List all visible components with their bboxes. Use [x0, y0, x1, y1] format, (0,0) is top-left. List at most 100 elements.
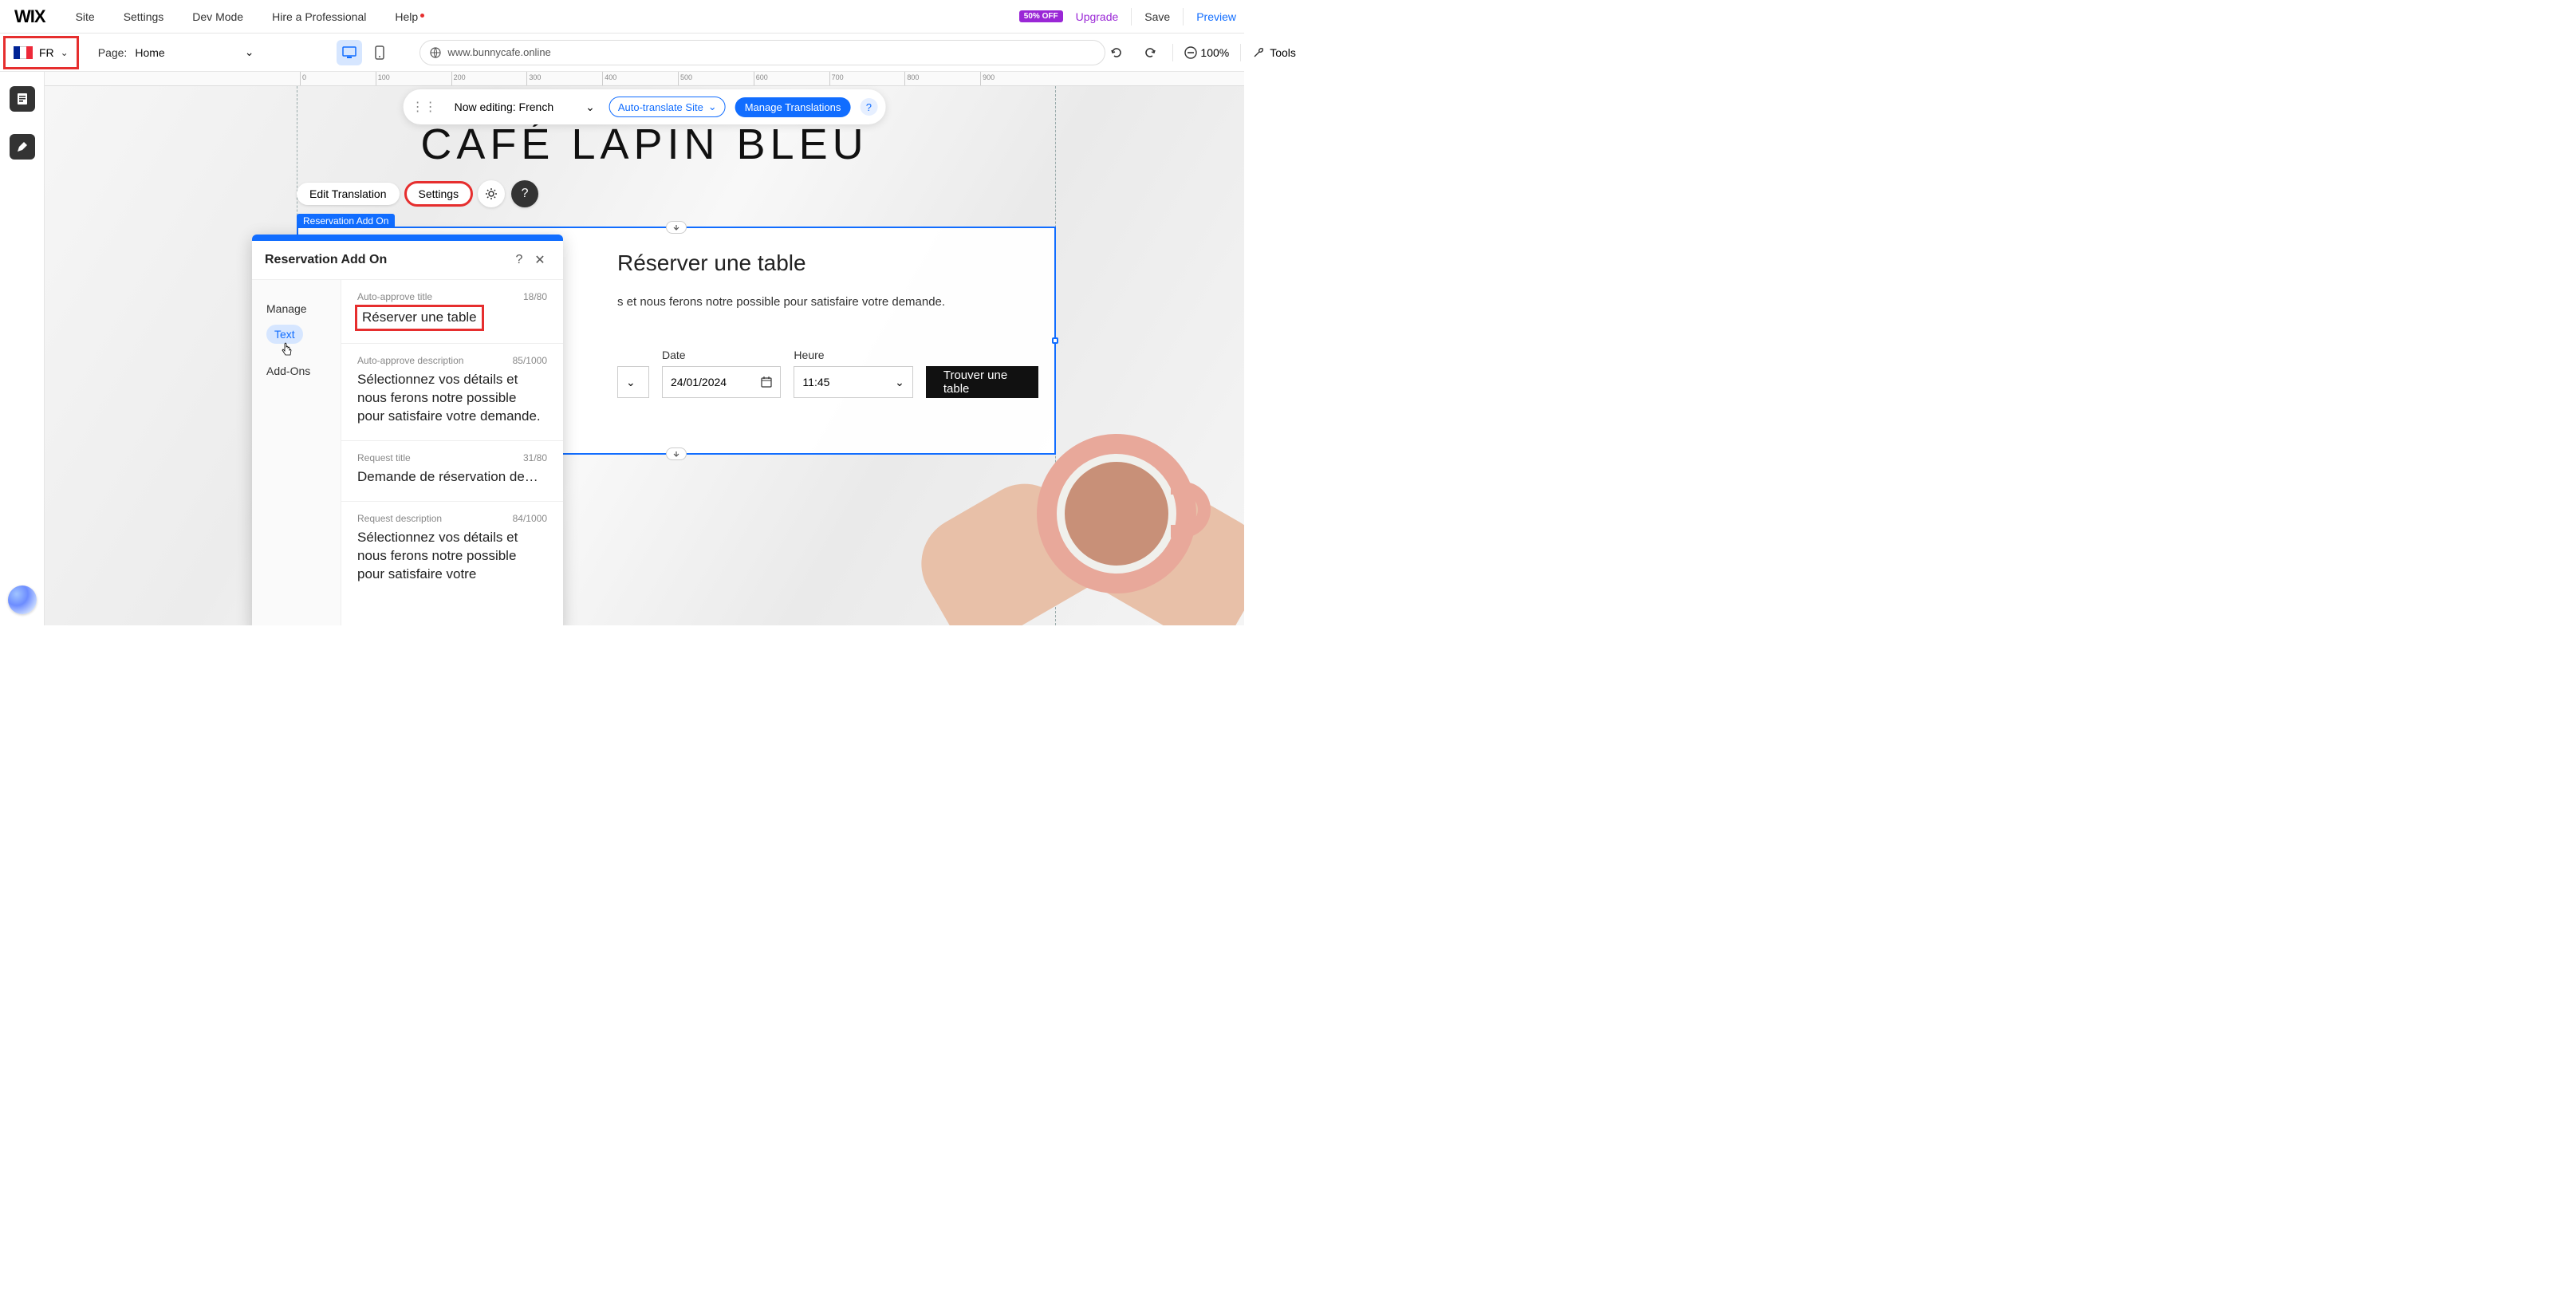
zoom-out-icon — [1184, 46, 1197, 59]
zoom-control[interactable]: 100% — [1184, 46, 1229, 59]
desktop-icon — [342, 46, 356, 59]
panel-row-count: 31/80 — [523, 452, 547, 463]
stretch-handle[interactable] — [666, 447, 687, 460]
question-icon: ? — [522, 187, 529, 201]
menu-settings[interactable]: Settings — [109, 10, 179, 23]
editing-language-label: Now editing: French — [455, 101, 554, 113]
calendar-icon — [761, 376, 772, 388]
manage-translations-button[interactable]: Manage Translations — [735, 97, 851, 117]
multilingual-toolbar: ⋮⋮ Now editing: French ⌄ Auto-translate … — [404, 89, 886, 124]
device-toggle — [337, 40, 392, 65]
date-value: 24/01/2024 — [671, 376, 727, 388]
panel-close-button[interactable]: ✕ — [530, 250, 550, 270]
help-button[interactable]: ? — [860, 98, 877, 116]
menu-devmode[interactable]: Dev Mode — [178, 10, 258, 23]
panel-row-label: Auto-approve title — [357, 291, 432, 302]
redo-button[interactable] — [1139, 41, 1161, 64]
ruler-tick: 400 — [602, 72, 678, 85]
time-field: Heure 11:45 ⌄ — [794, 349, 912, 398]
panel-row-label: Request title — [357, 452, 411, 463]
element-settings-button[interactable]: Settings — [406, 183, 472, 205]
time-input[interactable]: 11:45 ⌄ — [794, 366, 912, 398]
undo-button[interactable] — [1105, 41, 1128, 64]
gear-icon — [485, 187, 498, 200]
site-heading: CAFÉ LAPIN BLEU — [45, 120, 1244, 169]
panel-nav-manage[interactable]: Manage — [252, 294, 341, 323]
mobile-device-button[interactable] — [367, 40, 392, 65]
panel-row-label: Auto-approve description — [357, 355, 463, 366]
ruler-tick: 800 — [904, 72, 980, 85]
mobile-icon — [375, 45, 384, 60]
menu-help[interactable]: Help — [380, 10, 432, 23]
globe-icon — [430, 47, 441, 58]
auto-translate-label: Auto-translate Site — [618, 101, 703, 113]
page-label: Page: — [98, 46, 128, 59]
divider — [1240, 44, 1241, 61]
panel-row-count: 84/1000 — [513, 513, 547, 524]
panel-row-value[interactable]: Réserver une table — [357, 307, 482, 329]
panel-row-value[interactable]: Demande de réservation de… — [357, 468, 547, 487]
drag-handle-icon[interactable]: ⋮⋮ — [408, 99, 440, 115]
panel-header: Reservation Add On ? ✕ — [252, 241, 563, 279]
date-field: Date 24/01/2024 — [662, 349, 781, 398]
page-selector[interactable]: Home ⌄ — [135, 45, 254, 59]
menu-hire[interactable]: Hire a Professional — [258, 10, 380, 23]
date-input[interactable]: 24/01/2024 — [662, 366, 781, 398]
url-bar[interactable]: www.bunnycafe.online — [419, 40, 1105, 65]
arrow-down-icon — [672, 451, 680, 457]
language-code: FR — [39, 46, 54, 59]
chevron-down-icon: ⌄ — [585, 101, 595, 114]
pages-panel-button[interactable] — [10, 86, 35, 112]
party-size-label — [617, 349, 649, 361]
party-size-input[interactable]: ⌄ — [617, 366, 649, 398]
panel-help-button[interactable]: ? — [509, 250, 530, 270]
ruler-tick: 500 — [678, 72, 754, 85]
widget-description: s et nous ferons notre possible pour sat… — [617, 295, 1038, 309]
panel-row-count: 85/1000 — [513, 355, 547, 366]
save-button[interactable]: Save — [1144, 10, 1170, 23]
panel-row-value[interactable]: Sélectionnez vos détails et nous ferons … — [357, 371, 547, 426]
date-label: Date — [662, 349, 781, 361]
help-button[interactable]: ? — [511, 180, 538, 207]
left-sidebar — [0, 72, 45, 625]
auto-translate-button[interactable]: Auto-translate Site ⌄ — [609, 97, 726, 117]
tools-label: Tools — [1270, 46, 1296, 59]
party-size-field: ⌄ — [617, 349, 649, 398]
wrench-icon — [1252, 46, 1265, 59]
divider — [1183, 8, 1184, 26]
ruler-tick: 700 — [829, 72, 905, 85]
preview-button[interactable]: Preview — [1196, 10, 1236, 23]
panel-row[interactable]: Request title 31/80 Demande de réservati… — [341, 441, 563, 502]
find-table-button[interactable]: Trouver une table — [926, 366, 1038, 398]
ai-assistant-button[interactable] — [8, 585, 37, 614]
panel-row[interactable]: Auto-approve description 85/1000 Sélecti… — [341, 344, 563, 441]
ruler-tick: 300 — [526, 72, 602, 85]
panel-row[interactable]: Request description 84/1000 Sélectionnez… — [341, 502, 563, 598]
chevron-down-icon: ⌄ — [626, 376, 636, 389]
panel-nav-addons[interactable]: Add-Ons — [252, 357, 341, 385]
page-icon — [16, 92, 29, 106]
panel-row[interactable]: Auto-approve title 18/80 Réserver une ta… — [341, 280, 563, 344]
edit-translation-button[interactable]: Edit Translation — [297, 183, 400, 205]
resize-handle[interactable] — [1052, 337, 1058, 344]
gear-button[interactable] — [478, 180, 505, 207]
ruler-tick: 100 — [376, 72, 451, 85]
tools-button[interactable]: Tools — [1252, 46, 1296, 59]
panel-list: Auto-approve title 18/80 Réserver une ta… — [341, 280, 563, 625]
panel-row-label: Request description — [357, 513, 442, 524]
pencil-icon — [16, 140, 29, 153]
panel-nav-text[interactable]: Text — [266, 325, 303, 344]
editing-language-selector[interactable]: Now editing: French ⌄ — [450, 101, 600, 114]
widget-title: Réserver une table — [617, 250, 1038, 276]
page-value: Home — [135, 46, 164, 59]
chevron-down-icon: ⌄ — [895, 376, 904, 389]
panel-row-value[interactable]: Sélectionnez vos détails et nous ferons … — [357, 529, 547, 584]
menu-site[interactable]: Site — [61, 10, 109, 23]
desktop-device-button[interactable] — [337, 40, 362, 65]
edit-panel-button[interactable] — [10, 134, 35, 160]
upgrade-link[interactable]: Upgrade — [1076, 10, 1119, 23]
discount-badge: 50% OFF — [1019, 10, 1063, 22]
stretch-handle[interactable] — [666, 221, 687, 234]
language-selector[interactable]: FR ⌄ — [3, 36, 79, 69]
cursor-pointer-icon — [281, 342, 293, 358]
